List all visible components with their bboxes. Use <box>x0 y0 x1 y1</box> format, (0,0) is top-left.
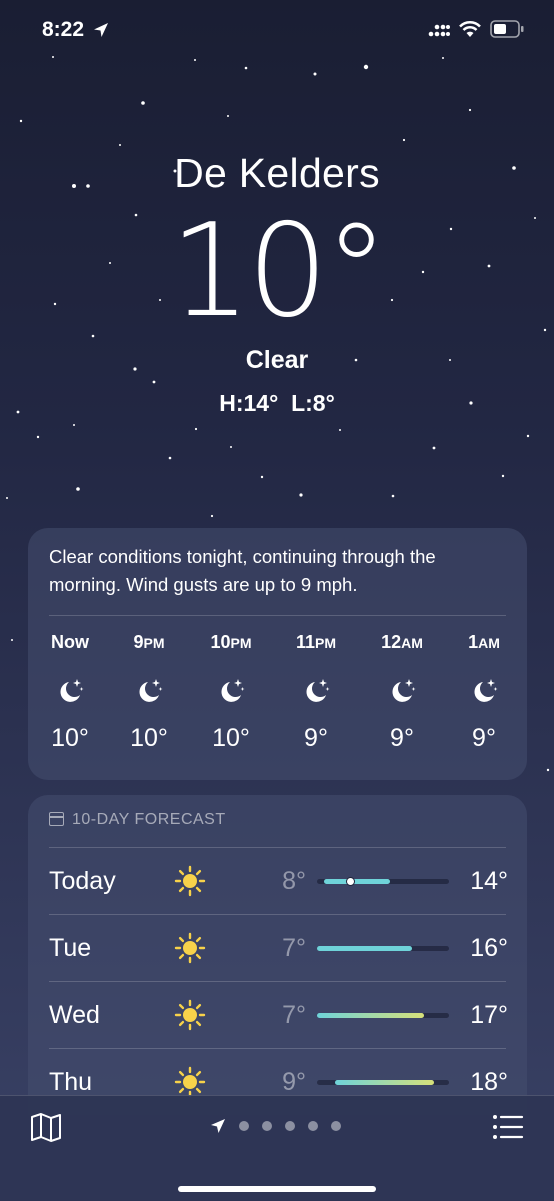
temperature-range-bar <box>317 877 449 886</box>
day-name: Wed <box>49 1001 100 1029</box>
moon-stars-icon <box>387 676 417 706</box>
low-temperature: 9° <box>282 1068 306 1096</box>
divider <box>49 1048 506 1049</box>
location-arrow-icon[interactable] <box>210 1118 226 1134</box>
current-temperature-marker <box>346 877 355 886</box>
ten-day-forecast-card[interactable]: 10-DAY FORECAST Today 8° 14° Tue 7° 16° Wed 7° 1… <box>28 795 527 1115</box>
moon-stars-icon <box>216 676 246 706</box>
hour-label: 1AM <box>468 632 500 652</box>
location-arrow-icon <box>94 23 108 37</box>
hour-label: 11PM <box>295 632 337 652</box>
page-dot[interactable] <box>262 1121 272 1131</box>
ten-day-forecast-header: 10-DAY FORECAST <box>49 811 226 829</box>
daily-row[interactable]: Tue 7° 16° <box>28 914 527 981</box>
page-dot[interactable] <box>331 1121 341 1131</box>
page-dot[interactable] <box>239 1121 249 1131</box>
current-temperature: 10° <box>169 197 389 346</box>
moon-stars-icon <box>134 676 164 706</box>
cellular-signal-icon <box>428 24 450 37</box>
moon-stars-icon <box>469 676 499 706</box>
temperature-range-fill <box>335 1080 435 1085</box>
divider <box>49 615 506 616</box>
day-name: Thu <box>49 1068 93 1096</box>
temperature-range-bar <box>317 1013 449 1018</box>
list-icon[interactable] <box>492 1113 524 1141</box>
daily-row[interactable]: Wed 7° 17° <box>28 981 527 1048</box>
forecast-summary: Clear conditions tonight, continuing thr… <box>49 546 436 595</box>
hourly-forecast-card[interactable]: Clear conditions tonight, continuing thr… <box>28 528 527 780</box>
temperature-range-fill <box>317 946 413 951</box>
low-temperature: 7° <box>282 1001 306 1029</box>
bottom-toolbar <box>0 1095 554 1201</box>
high-low-temperature: H:14° L:8° <box>219 390 335 416</box>
hour-temperature: 10° <box>130 724 168 752</box>
temperature-range-fill <box>323 879 390 884</box>
low-temperature: 7° <box>282 934 306 962</box>
calendar-icon <box>49 812 64 826</box>
status-time: 8:22 <box>42 18 85 41</box>
moon-stars-icon <box>55 676 85 706</box>
city-name: De Kelders <box>174 150 380 196</box>
status-bar: 8:22 <box>0 0 554 60</box>
hour-temperature: 10° <box>51 724 89 752</box>
current-condition: Clear <box>245 346 309 374</box>
hour-temperature: 10° <box>212 724 250 752</box>
sun-icon <box>174 999 206 1031</box>
hour-temperature: 9° <box>304 724 328 752</box>
day-name: Tue <box>49 934 92 962</box>
divider <box>49 981 506 982</box>
low-temperature: 8° <box>282 867 306 895</box>
battery-icon <box>490 20 524 38</box>
map-icon[interactable] <box>30 1112 62 1142</box>
page-dot[interactable] <box>308 1121 318 1131</box>
hour-label: 9PM <box>133 632 165 652</box>
day-name: Today <box>49 867 116 895</box>
home-indicator[interactable] <box>178 1186 376 1192</box>
high-temperature: 14° <box>470 867 508 895</box>
temperature-range-bar <box>317 946 449 951</box>
divider <box>49 847 506 848</box>
high-temperature: 17° <box>470 1001 508 1029</box>
hour-label: 10PM <box>210 632 252 652</box>
hour-label: Now <box>51 632 89 652</box>
ten-day-forecast-title: 10-DAY FORECAST <box>72 811 226 828</box>
temperature-range-bar <box>317 1080 449 1085</box>
hour-temperature: 9° <box>390 724 414 752</box>
sun-icon <box>174 932 206 964</box>
high-temperature: 18° <box>470 1068 508 1096</box>
temperature-range-fill <box>317 1013 424 1018</box>
sun-icon <box>174 1066 206 1098</box>
sun-icon <box>174 865 206 897</box>
high-temperature: 16° <box>470 934 508 962</box>
moon-stars-icon <box>301 676 331 706</box>
page-dot[interactable] <box>285 1121 295 1131</box>
hour-label: 12AM <box>381 632 423 652</box>
divider <box>49 914 506 915</box>
hour-temperature: 9° <box>472 724 496 752</box>
daily-row[interactable]: Today 8° 14° <box>28 847 527 914</box>
wifi-icon <box>459 21 481 37</box>
